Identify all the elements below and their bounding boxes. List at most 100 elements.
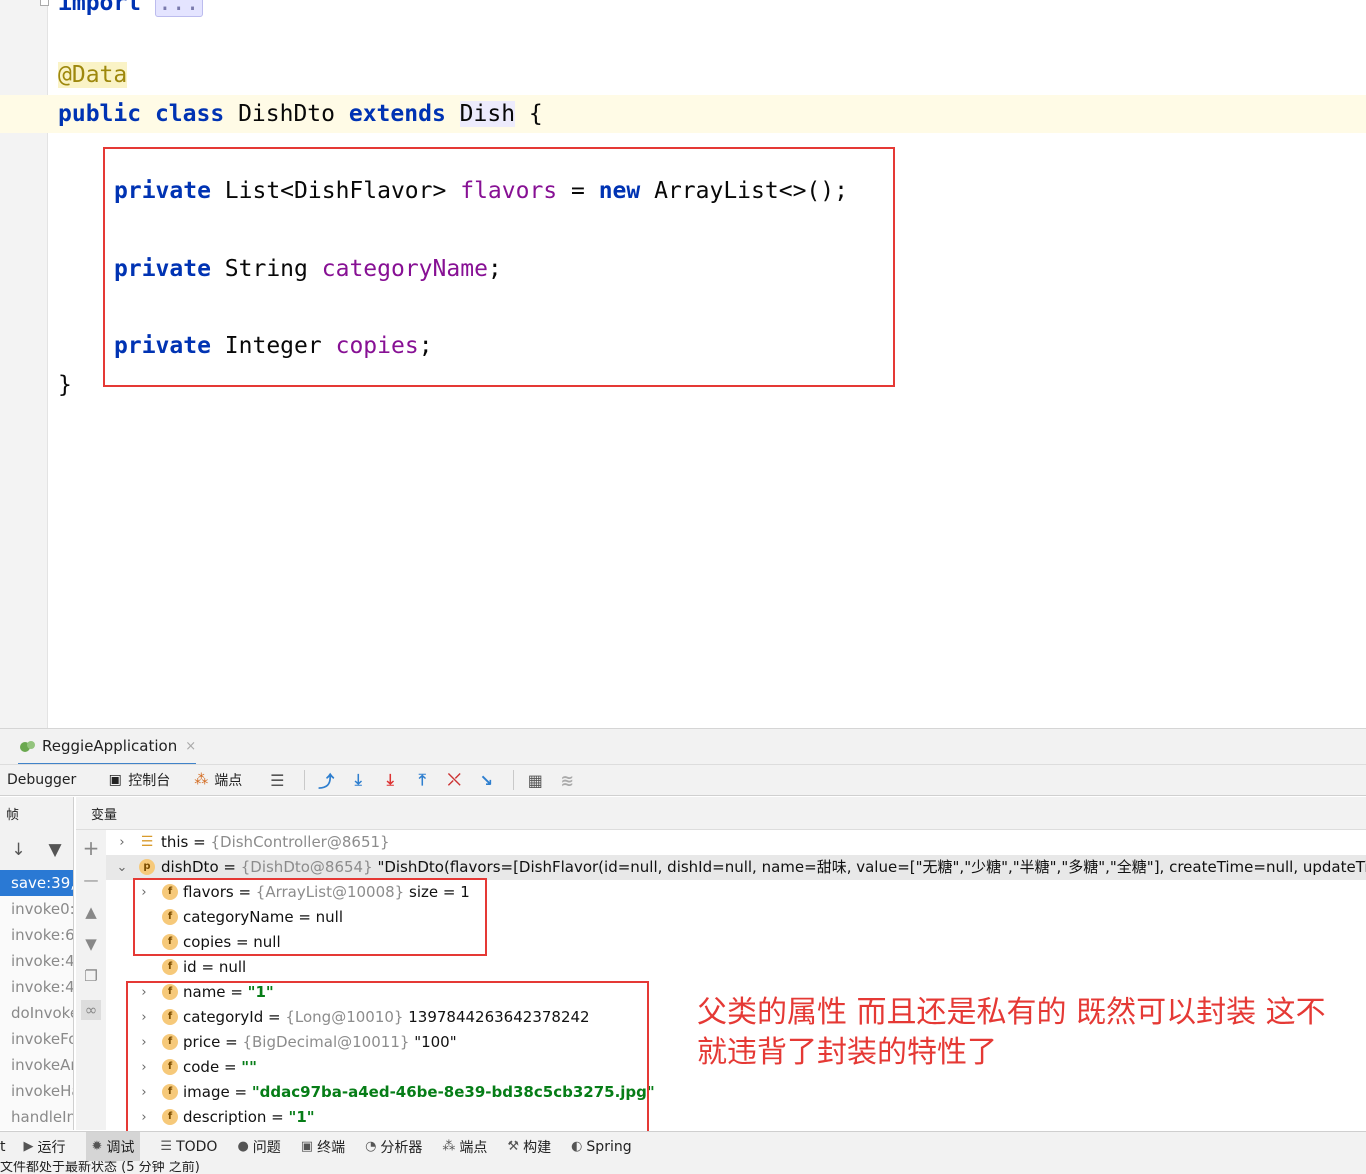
run-tab-bar: ReggieApplication × — [0, 728, 1366, 766]
frame-item[interactable]: handleIn — [0, 1104, 73, 1130]
object-lines-icon: ☰ — [140, 834, 154, 850]
debug-toolbar: Debugger ▣ 控制台 ⁂ 端点 ☰ ⤴ ⤓ ⤓ ⤒ ⤬ ↘ ▦ ≋ — [0, 764, 1366, 796]
tab-reggie-application[interactable]: ReggieApplication × — [18, 729, 197, 766]
expand-arrow-icon[interactable]: › — [116, 830, 128, 855]
variable-row-this[interactable]: › ☰ this = {DishController@8651} — [106, 830, 1366, 855]
toolbar-separator — [304, 770, 306, 790]
status-text: 文件都处于最新状态 (5 分钟 之前) — [0, 1161, 200, 1174]
code-line-import: import ... — [58, 0, 203, 18]
code-line-annotation: @Data — [58, 60, 128, 90]
endpoints-icon: ⁂ — [442, 1139, 456, 1154]
frame-item[interactable]: invokeFo — [0, 1026, 73, 1052]
tool-window-bar: t ▶ 运行 ✹ 调试 ☰ TODO ● 问题 ▣ 终端 ◔ 分析器 ⁂ 端点 ⚒ 构建 ◐ Spring — [0, 1131, 1366, 1162]
tool-tab-profiler[interactable]: ◔ 分析器 — [365, 1132, 422, 1162]
class-name: DishDto — [238, 101, 335, 127]
frame-item[interactable]: invoke:4 — [0, 974, 73, 1000]
frame-item[interactable]: save:39, — [0, 870, 73, 896]
variables-side-toolbar: + — ▲ ▼ ❐ ∞ — [76, 830, 107, 1130]
frames-toolbar: ↓ ▼ — [0, 830, 74, 870]
spring-debug-icon — [18, 739, 36, 753]
equals-sign: = — [196, 958, 219, 976]
profiler-icon: ◔ — [365, 1139, 377, 1154]
tool-tab-hidden-tab[interactable]: t — [0, 1132, 6, 1162]
drop-frame-icon[interactable]: ⤬ — [441, 768, 467, 792]
frames-header: 帧 — [0, 797, 74, 830]
variables-header: 变量 — [76, 797, 1366, 830]
tool-tab-label: 分析器 — [380, 1139, 423, 1156]
toolbar-separator — [513, 770, 515, 790]
tool-tab-endpoints[interactable]: ⁂ 端点 — [442, 1132, 487, 1162]
tab-debugger[interactable]: Debugger — [7, 772, 76, 788]
variable-name: id — [183, 958, 197, 976]
move-down-icon[interactable]: ▼ — [81, 934, 101, 954]
tool-tab-terminal[interactable]: ▣ 终端 — [301, 1132, 345, 1162]
tool-tab-label: t — [0, 1138, 6, 1155]
tool-tab-label: Spring — [586, 1138, 632, 1155]
tab-console[interactable]: ▣ 控制台 — [106, 770, 171, 790]
import-keyword: import — [58, 0, 142, 16]
tool-tab-debug[interactable]: ✹ 调试 — [85, 1131, 141, 1162]
console-label: 控制台 — [128, 773, 171, 789]
fields-highlight-box — [103, 147, 895, 387]
tool-tab-build[interactable]: ⚒ 构建 — [507, 1132, 551, 1162]
add-watch-icon[interactable]: + — [81, 838, 101, 858]
fold-marker-icon[interactable] — [40, 0, 49, 6]
evaluate-expression-icon[interactable]: ▦ — [522, 768, 548, 792]
field-icon: f — [162, 959, 178, 975]
tool-tab-label: 端点 — [459, 1139, 488, 1156]
collapse-arrow-icon[interactable]: ⌄ — [116, 855, 128, 880]
frame-item[interactable]: invoke:6 — [0, 922, 73, 948]
import-fold-toggle[interactable]: ... — [154, 0, 203, 17]
frame-item[interactable]: invoke0: — [0, 896, 73, 922]
trace-stream-icon[interactable]: ≋ — [554, 768, 580, 792]
variable-row-id[interactable]: f id = null — [106, 955, 1366, 980]
tool-tab-label: 运行 — [37, 1139, 66, 1156]
build-icon: ⚒ — [507, 1139, 520, 1154]
tool-tab-label: 调试 — [106, 1139, 135, 1156]
run-to-cursor-icon[interactable]: ↘ — [473, 768, 499, 792]
parameter-icon: p — [139, 859, 155, 875]
tool-tab-label: TODO — [176, 1138, 218, 1155]
arrow-down-icon[interactable]: ↓ — [11, 840, 25, 860]
tool-tab-problems[interactable]: ● 问题 — [237, 1132, 280, 1162]
step-into-icon[interactable]: ⤓ — [377, 768, 403, 792]
terminal-icon: ▣ — [300, 1139, 314, 1154]
step-over-icon[interactable]: ⤓ — [345, 768, 371, 792]
tool-tab-todo[interactable]: ☰ TODO — [160, 1132, 217, 1162]
watches-glasses-icon[interactable]: ∞ — [81, 1000, 101, 1020]
filter-icon[interactable]: ▼ — [48, 840, 61, 860]
tool-tab-spring[interactable]: ◐ Spring — [571, 1132, 632, 1162]
close-tab-icon[interactable]: × — [185, 739, 196, 754]
status-bar: 文件都处于最新状态 (5 分钟 之前) — [0, 1161, 1366, 1174]
move-up-icon[interactable]: ▲ — [81, 902, 101, 922]
copy-icon[interactable]: ❐ — [81, 966, 101, 986]
variable-ref: {DishDto@8654} — [240, 858, 373, 876]
frame-item[interactable]: invokeHa — [0, 1078, 73, 1104]
annotation-note-line-2: 就违背了封装的特性了 — [697, 1035, 997, 1070]
run-icon: ▶ — [23, 1139, 34, 1154]
frames-title: 帧 — [6, 808, 20, 823]
frames-list[interactable]: save:39, invoke0: invoke:6 invoke:4 invoke:4… — [0, 870, 74, 1130]
code-line-class-declaration: public class DishDto extends Dish { — [58, 99, 543, 129]
frame-item[interactable]: invoke:4 — [0, 948, 73, 974]
layout-menu-icon[interactable]: ☰ — [264, 768, 290, 792]
frame-item[interactable]: doInvoke — [0, 1000, 73, 1026]
annotation-note-line-1: 父类的属性 而且还是私有的 既然可以封装 这不 — [697, 995, 1326, 1030]
public-keyword: public — [58, 101, 142, 127]
show-execution-point-icon[interactable]: ⤴ — [313, 768, 339, 792]
extends-keyword: extends — [348, 101, 446, 127]
code-line-closing-brace: } — [58, 370, 72, 400]
todo-icon: ☰ — [160, 1139, 173, 1154]
step-out-icon[interactable]: ⤒ — [409, 768, 435, 792]
tool-tab-run[interactable]: ▶ 运行 — [24, 1132, 66, 1162]
debug-icon: ✹ — [91, 1139, 103, 1154]
remove-watch-icon[interactable]: — — [81, 870, 101, 890]
parent-class-name: Dish — [459, 101, 516, 127]
debugger-label: Debugger — [7, 772, 77, 788]
frame-item[interactable]: invokeAr — [0, 1052, 73, 1078]
variable-row-dishdto[interactable]: ⌄ p dishDto = {DishDto@8654} "DishDto(fl… — [106, 855, 1366, 880]
tool-tab-label: 构建 — [523, 1139, 552, 1156]
code-editor[interactable]: import ... @Data public class DishDto ex… — [0, 0, 1366, 728]
tab-breakpoints[interactable]: ⁂ 端点 — [192, 770, 242, 790]
subclass-fields-highlight-box — [133, 878, 487, 956]
